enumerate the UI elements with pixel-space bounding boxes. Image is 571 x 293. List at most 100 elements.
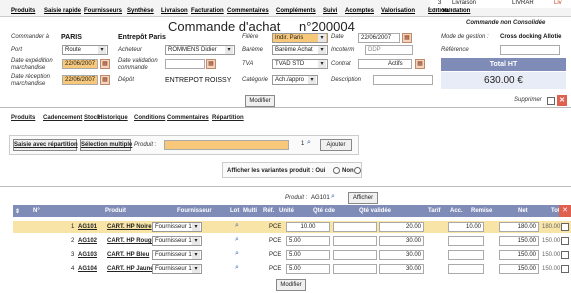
- row-name[interactable]: CART. HP Bleu: [107, 252, 149, 258]
- menu-acomptes[interactable]: Acomptes: [345, 8, 374, 14]
- row-qte-field[interactable]: 5.00: [286, 236, 330, 246]
- menu-saisie-rapide[interactable]: Saisie rapide: [44, 8, 81, 14]
- date-reception-field[interactable]: 22/06/2007: [62, 75, 98, 85]
- filter-search-icon[interactable]: ⌕: [331, 193, 335, 201]
- row-search-icon[interactable]: ⌕: [235, 264, 239, 272]
- menu-valorisation[interactable]: Valorisation: [381, 8, 415, 14]
- ajouter-button[interactable]: Ajouter: [320, 139, 352, 151]
- row-net-field[interactable]: 180.00: [499, 222, 539, 232]
- port-select[interactable]: Route: [62, 45, 108, 55]
- row-net-field[interactable]: 150.00: [499, 236, 539, 246]
- subtab-repartition[interactable]: Répartition: [212, 115, 244, 121]
- menu-facturation[interactable]: Facturation: [191, 8, 224, 14]
- row-checkbox[interactable]: [561, 265, 569, 273]
- calendar-validation-icon[interactable]: ▦: [206, 59, 216, 69]
- calendar-icon[interactable]: ▦: [402, 33, 412, 43]
- row-fournisseur-select[interactable]: Fournisseur 1: [152, 236, 202, 246]
- row-search-icon[interactable]: ⌕: [235, 236, 239, 244]
- tab-liv[interactable]: Liv: [554, 0, 562, 6]
- tab-livraison[interactable]: Livraison: [452, 0, 476, 6]
- row-checkbox[interactable]: [561, 237, 569, 245]
- row-fournisseur-select[interactable]: Fournisseur 1: [152, 250, 202, 260]
- menu-synthese[interactable]: Synthèse: [127, 8, 154, 14]
- col-tarif[interactable]: Tarif: [428, 208, 441, 214]
- incoterm-field[interactable]: DDP: [365, 45, 413, 55]
- contrat-field[interactable]: [358, 59, 412, 69]
- acheteur-select[interactable]: ROMMENS Didier: [165, 45, 235, 55]
- selection-multiple-button[interactable]: Sélection multiple: [80, 139, 132, 151]
- col-acc[interactable]: Acc.: [450, 208, 463, 214]
- row-remise-field[interactable]: [448, 250, 484, 260]
- row-code[interactable]: AG104: [78, 266, 97, 272]
- menu-complements[interactable]: Compléments: [276, 8, 316, 14]
- contrat-lookup-icon[interactable]: ▦: [415, 59, 425, 69]
- variantes-oui-radio[interactable]: [333, 167, 340, 174]
- col-unite[interactable]: Unité: [279, 208, 294, 214]
- row-qte-field[interactable]: 5.00: [286, 250, 330, 260]
- menu-commentaires[interactable]: Commentaires: [227, 8, 269, 14]
- calendar-reception-icon[interactable]: ▦: [100, 75, 110, 85]
- row-fournisseur-select[interactable]: Fournisseur 1: [152, 222, 202, 232]
- reference-field[interactable]: [500, 45, 560, 55]
- subtab-produits[interactable]: Produits: [11, 115, 35, 121]
- date-expedition-field[interactable]: 22/06/2007: [62, 59, 98, 69]
- row-qte-field[interactable]: 5.00: [286, 264, 330, 274]
- row-net-field[interactable]: 150.00: [499, 264, 539, 274]
- bottom-modifier-button[interactable]: Modifier: [276, 279, 306, 291]
- col-qte-cde[interactable]: Qté cde: [313, 208, 335, 214]
- table-row[interactable]: 4 AG104 CART. HP Jaune Fournisseur 1 ⌕ P…: [13, 263, 571, 275]
- produit-search-field[interactable]: [164, 140, 289, 150]
- row-code[interactable]: AG103: [78, 252, 97, 258]
- row-name[interactable]: CART. HP Rouge: [107, 238, 155, 244]
- variantes-non-radio[interactable]: [354, 167, 361, 174]
- search-icon[interactable]: ⌕: [307, 139, 311, 147]
- col-lot[interactable]: Lot: [230, 208, 239, 214]
- table-row[interactable]: 1 AG101 CART. HP Noire Fournisseur 1 ⌕ P…: [13, 221, 571, 233]
- subtab-historique[interactable]: Historique: [98, 115, 128, 121]
- col-net[interactable]: Net: [518, 208, 528, 214]
- menu-validation[interactable]: Validation: [442, 8, 470, 14]
- date-field[interactable]: 22/06/2007: [358, 33, 400, 43]
- menu-produits[interactable]: Produits: [11, 8, 35, 14]
- row-remise-field[interactable]: 10.00: [448, 222, 484, 232]
- row-code[interactable]: AG101: [78, 224, 97, 230]
- modifier-button[interactable]: Modifier: [245, 95, 275, 107]
- row-checkbox[interactable]: [561, 223, 569, 231]
- grid-delete-icon[interactable]: ✕: [559, 205, 571, 217]
- afficher-button[interactable]: Afficher: [348, 192, 378, 204]
- row-tarif-field[interactable]: 30.00: [379, 264, 424, 274]
- table-row[interactable]: 2 AG102 CART. HP Rouge Fournisseur 1 ⌕ P…: [13, 235, 571, 247]
- menu-suivi[interactable]: Suivi: [323, 8, 337, 14]
- row-net-field[interactable]: 150.00: [499, 250, 539, 260]
- row-fournisseur-select[interactable]: Fournisseur 1: [152, 264, 202, 274]
- row-remise-field[interactable]: [448, 236, 484, 246]
- row-name[interactable]: CART. HP Jaune: [107, 266, 154, 272]
- row-tarif-field[interactable]: 30.00: [379, 236, 424, 246]
- categorie-select[interactable]: Ach./appro: [272, 75, 318, 85]
- grid-settings-icon[interactable]: ⇕: [15, 208, 20, 215]
- filiere-select[interactable]: Indir. Paris: [272, 33, 328, 43]
- row-qte-field[interactable]: 10.00: [286, 222, 330, 232]
- row-qte-validee-field[interactable]: [333, 222, 377, 232]
- menu-fournisseurs[interactable]: Fournisseurs: [84, 8, 122, 14]
- subtab-commentaires[interactable]: Commentaires: [167, 115, 209, 121]
- subtab-cadencement[interactable]: Cadencement: [43, 115, 82, 121]
- row-search-icon[interactable]: ⌕: [235, 250, 239, 258]
- date-validation-field[interactable]: [165, 59, 205, 69]
- table-row[interactable]: 3 AG103 CART. HP Bleu Fournisseur 1 ⌕ PC…: [13, 249, 571, 261]
- delete-icon[interactable]: ✕: [557, 95, 567, 106]
- row-code[interactable]: AG102: [78, 238, 97, 244]
- row-checkbox[interactable]: [561, 251, 569, 259]
- col-remise[interactable]: Remise: [471, 208, 492, 214]
- row-qte-validee-field[interactable]: [333, 236, 377, 246]
- row-qte-validee-field[interactable]: [333, 250, 377, 260]
- col-ref[interactable]: Réf.: [263, 208, 274, 214]
- row-name[interactable]: CART. HP Noire: [107, 224, 152, 230]
- row-remise-field[interactable]: [448, 264, 484, 274]
- menu-livraison[interactable]: Livraison: [161, 8, 188, 14]
- filter-produit-value[interactable]: AG101: [311, 195, 330, 201]
- col-multi[interactable]: Multi: [243, 208, 257, 214]
- tab-livrar[interactable]: LIVRAR: [512, 0, 534, 6]
- col-qte-validee[interactable]: Qté validée: [359, 208, 391, 214]
- subtab-conditions[interactable]: Conditions: [134, 115, 165, 121]
